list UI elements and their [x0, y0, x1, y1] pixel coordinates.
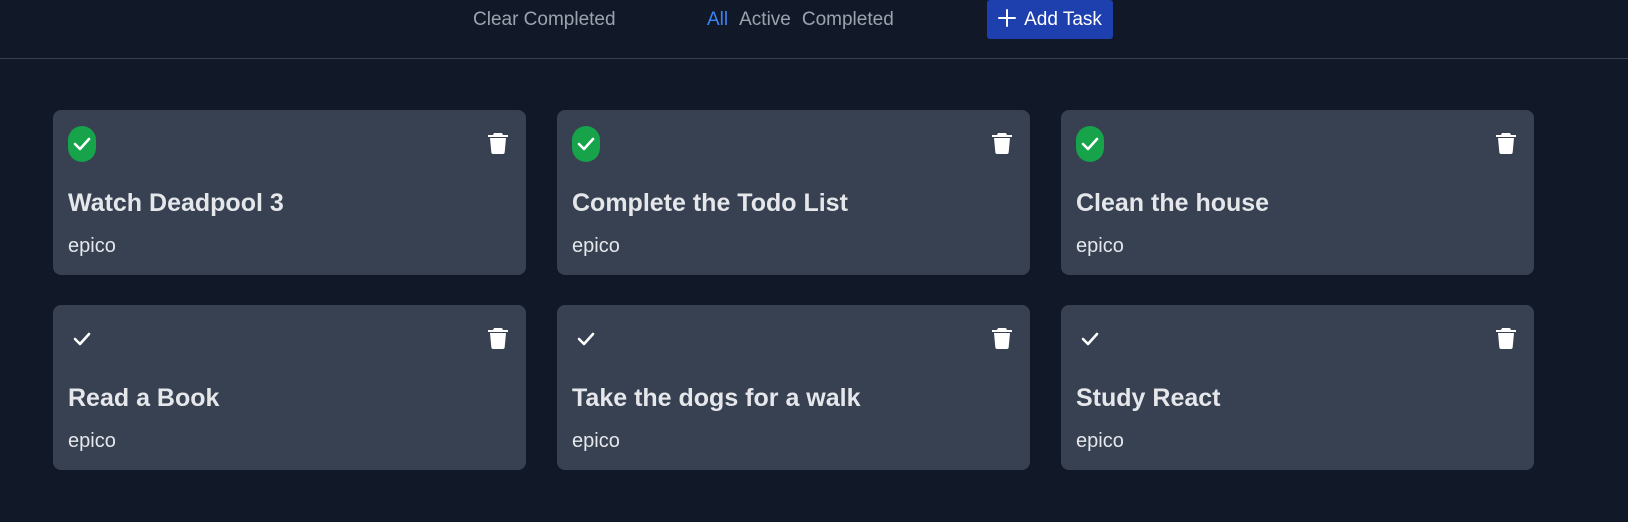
task-title: Complete the Todo List — [572, 189, 848, 217]
delete-button[interactable] — [1496, 327, 1518, 351]
task-card: Watch Deadpool 3 epico — [53, 110, 526, 275]
task-description: epico — [1076, 235, 1124, 257]
task-description: epico — [68, 430, 116, 452]
task-title: Clean the house — [1076, 189, 1270, 217]
add-task-button[interactable]: Add Task — [987, 0, 1113, 39]
complete-toggle[interactable] — [1076, 126, 1104, 162]
complete-toggle[interactable] — [572, 321, 600, 357]
task-description: epico — [572, 235, 620, 257]
complete-toggle[interactable] — [572, 126, 600, 162]
filter-completed[interactable]: Completed — [802, 8, 894, 32]
trash-icon — [488, 133, 508, 154]
complete-toggle[interactable] — [68, 126, 96, 162]
clear-completed-button[interactable]: Clear Completed — [473, 8, 616, 32]
task-description: epico — [572, 430, 620, 452]
add-task-label: Add Task — [1024, 8, 1102, 30]
task-card: Read a Book epico — [53, 305, 526, 470]
trash-icon — [992, 328, 1012, 349]
task-title: Take the dogs for a walk — [572, 384, 861, 412]
delete-button[interactable] — [1496, 132, 1518, 156]
toolbar: Clear Completed All Active Completed Add… — [0, 0, 1628, 59]
task-title: Read a Book — [68, 384, 220, 412]
task-card: Complete the Todo List epico — [557, 110, 1030, 275]
trash-icon — [488, 328, 508, 349]
task-grid: Watch Deadpool 3 epico Complete the Todo… — [53, 110, 1534, 470]
task-card: Study React epico — [1061, 305, 1534, 470]
trash-icon — [1496, 328, 1516, 349]
complete-toggle[interactable] — [1076, 321, 1104, 357]
delete-button[interactable] — [488, 327, 510, 351]
check-icon — [1081, 332, 1099, 346]
plus-icon — [998, 8, 1017, 32]
delete-button[interactable] — [488, 132, 510, 156]
task-title: Study React — [1076, 384, 1221, 412]
filter-group: All Active Completed — [707, 8, 894, 32]
check-icon — [73, 332, 91, 346]
trash-icon — [1496, 133, 1516, 154]
check-icon — [73, 137, 91, 151]
check-icon — [577, 332, 595, 346]
check-icon — [577, 137, 595, 151]
task-description: epico — [1076, 430, 1124, 452]
filter-active[interactable]: Active — [739, 8, 791, 32]
task-card: Take the dogs for a walk epico — [557, 305, 1030, 470]
check-icon — [1081, 137, 1099, 151]
complete-toggle[interactable] — [68, 321, 96, 357]
filter-all[interactable]: All — [707, 8, 728, 32]
task-title: Watch Deadpool 3 — [68, 189, 284, 217]
task-card: Clean the house epico — [1061, 110, 1534, 275]
task-description: epico — [68, 235, 116, 257]
trash-icon — [992, 133, 1012, 154]
delete-button[interactable] — [992, 132, 1014, 156]
delete-button[interactable] — [992, 327, 1014, 351]
